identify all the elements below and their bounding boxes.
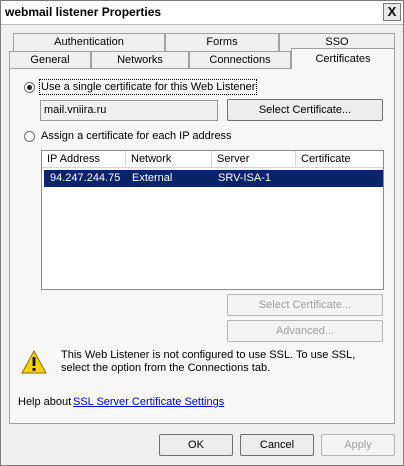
single-cert-option-label[interactable]: Use a single certificate for this Web Li… bbox=[38, 79, 258, 95]
title-bar: webmail listener Properties X bbox=[1, 1, 403, 25]
column-certificate[interactable]: Certificate bbox=[296, 151, 383, 168]
radio-selected-dot bbox=[27, 85, 32, 90]
per-ip-option-label[interactable]: Assign a certificate for each IP address bbox=[41, 130, 232, 142]
cell-ip: 94.247.244.75 bbox=[50, 172, 121, 184]
cell-server: SRV-ISA-1 bbox=[218, 172, 271, 184]
properties-dialog: webmail listener Properties X Authentica… bbox=[0, 0, 404, 466]
cell-network: External bbox=[132, 172, 173, 184]
tab-row-front: General Networks Connections Certificate… bbox=[9, 48, 395, 69]
tab-general[interactable]: General bbox=[9, 51, 91, 69]
advanced-button[interactable]: Advanced... bbox=[227, 320, 383, 342]
single-cert-radio[interactable] bbox=[24, 82, 35, 93]
select-certificate-button[interactable]: Select Certificate... bbox=[227, 99, 383, 121]
tab-forms[interactable]: Forms bbox=[165, 33, 279, 51]
tab-authentication[interactable]: Authentication bbox=[13, 33, 165, 51]
warning-icon bbox=[21, 350, 47, 374]
table-row[interactable]: 94.247.244.75 External SRV-ISA-1 bbox=[44, 170, 383, 187]
dialog-title: webmail listener Properties bbox=[5, 5, 162, 19]
select-certificate-per-ip-button[interactable]: Select Certificate... bbox=[227, 294, 383, 316]
tab-networks[interactable]: Networks bbox=[91, 51, 189, 69]
cancel-button[interactable]: Cancel bbox=[240, 434, 314, 456]
help-prefix: Help about bbox=[18, 396, 72, 408]
column-server[interactable]: Server bbox=[212, 151, 296, 168]
close-icon[interactable]: X bbox=[383, 3, 401, 21]
certificate-name-field[interactable]: mail.vniira.ru bbox=[40, 100, 218, 121]
ok-button[interactable]: OK bbox=[159, 434, 233, 456]
table-header: IP Address Network Server Certificate bbox=[42, 151, 383, 168]
column-ip-address[interactable]: IP Address bbox=[42, 151, 126, 168]
tab-connections[interactable]: Connections bbox=[189, 51, 291, 69]
apply-button[interactable]: Apply bbox=[321, 434, 395, 456]
tab-certificates[interactable]: Certificates bbox=[291, 48, 395, 69]
ip-certificate-table[interactable]: IP Address Network Server Certificate 94… bbox=[41, 150, 384, 290]
per-ip-cert-radio[interactable] bbox=[24, 131, 35, 142]
column-network[interactable]: Network bbox=[126, 151, 212, 168]
ssl-warning-text: This Web Listener is not configured to u… bbox=[61, 349, 356, 374]
ssl-settings-help-link[interactable]: SSL Server Certificate Settings bbox=[73, 396, 224, 408]
